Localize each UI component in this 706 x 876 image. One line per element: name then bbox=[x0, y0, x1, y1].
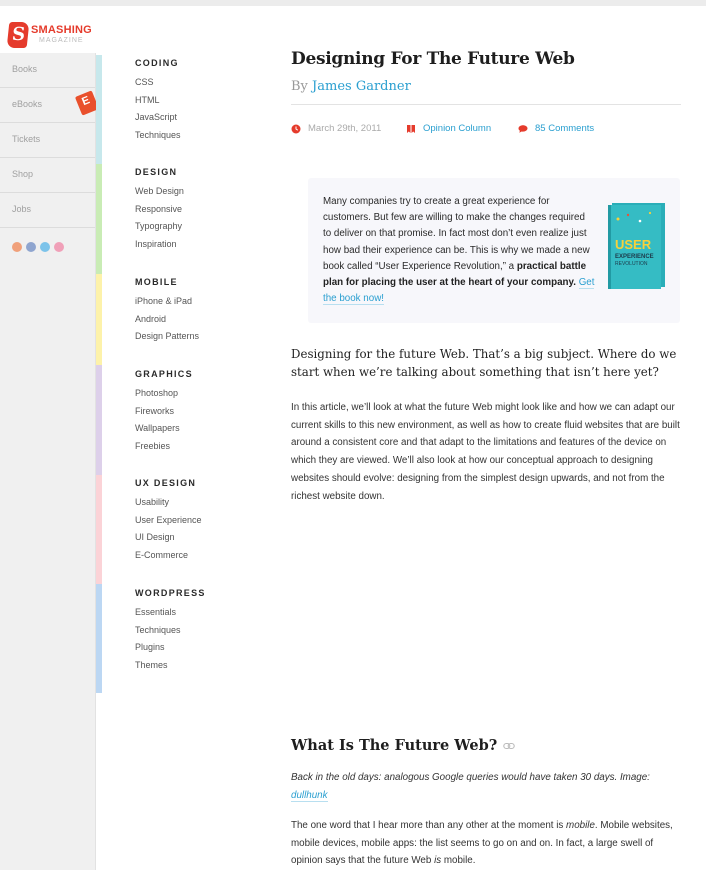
lead-paragraph: Designing for the future Web. That’s a b… bbox=[291, 347, 677, 379]
byline-prefix: By bbox=[291, 79, 308, 94]
meta-date: March 29th, 2011 bbox=[291, 123, 381, 134]
category-link[interactable]: Design Patterns bbox=[135, 328, 265, 346]
body-paragraph-1: In this article, we’ll look at what the … bbox=[291, 402, 680, 502]
category-link[interactable]: Techniques bbox=[135, 127, 265, 145]
category-link[interactable]: Responsive bbox=[135, 201, 265, 219]
category-wordpress: WORDPRESS Essentials Techniques Plugins … bbox=[135, 586, 265, 675]
category-title[interactable]: DESIGN bbox=[135, 165, 265, 179]
category-design: DESIGN Web Design Responsive Typography … bbox=[135, 165, 265, 254]
top-bar bbox=[0, 0, 706, 6]
book-promo: Many companies try to create a great exp… bbox=[308, 178, 680, 323]
category-link[interactable]: JavaScript bbox=[135, 109, 265, 127]
nav-item-tickets[interactable]: Tickets bbox=[0, 123, 95, 158]
promo-text: Many companies try to create a great exp… bbox=[323, 194, 595, 307]
category-ux-design: UX DESIGN Usability User Experience UI D… bbox=[135, 476, 265, 565]
category-title[interactable]: WORDPRESS bbox=[135, 586, 265, 600]
byline: By James Gardner bbox=[291, 79, 411, 94]
nav-label: Tickets bbox=[12, 134, 41, 144]
title-divider bbox=[291, 104, 681, 105]
bookmark-icon bbox=[407, 124, 415, 133]
category-mobile: MOBILE iPhone & iPad Android Design Patt… bbox=[135, 275, 265, 346]
category-link[interactable]: Essentials bbox=[135, 604, 265, 622]
main-nav: Books eBooks Tickets Shop Jobs bbox=[0, 53, 100, 870]
nav-item-books[interactable]: Books bbox=[0, 53, 95, 88]
category-link[interactable]: Themes bbox=[135, 657, 265, 675]
facebook-icon[interactable] bbox=[26, 242, 36, 252]
strip-ux bbox=[96, 475, 102, 584]
comment-icon bbox=[518, 124, 528, 133]
caption-credit-link[interactable]: dullhunk bbox=[291, 789, 328, 802]
publish-date: March 29th, 2011 bbox=[308, 123, 382, 134]
meta-comments: 85 Comments bbox=[518, 123, 594, 134]
category-link[interactable]: Usability bbox=[135, 494, 265, 512]
p2-emphasis-mobile: mobile bbox=[566, 820, 595, 831]
category-link[interactable]: E-Commerce bbox=[135, 547, 265, 565]
category-link[interactable]: User Experience bbox=[135, 512, 265, 530]
author-link[interactable]: James Gardner bbox=[312, 79, 411, 94]
article-meta: March 29th, 2011 Opinion Column 85 Comme… bbox=[291, 123, 681, 137]
nav-label: Jobs bbox=[12, 204, 32, 214]
comments-link[interactable]: 85 Comments bbox=[535, 123, 594, 134]
section-heading: What Is The Future Web? bbox=[291, 737, 516, 754]
category-link[interactable]: Wallpapers bbox=[135, 420, 265, 438]
strip-graphics bbox=[96, 365, 102, 475]
category-title[interactable]: CODING bbox=[135, 56, 265, 70]
social-links bbox=[12, 242, 64, 252]
category-link[interactable]: HTML bbox=[135, 92, 265, 110]
dribbble-icon[interactable] bbox=[54, 242, 64, 252]
category-link[interactable]: Web Design bbox=[135, 183, 265, 201]
strip-design bbox=[96, 164, 102, 274]
category-link[interactable]: Typography bbox=[135, 218, 265, 236]
category-title[interactable]: UX DESIGN bbox=[135, 476, 265, 490]
book-title-line-2: EXPERIENCE bbox=[615, 254, 654, 260]
category-link[interactable]: CSS bbox=[135, 74, 265, 92]
category-coding: CODING CSS HTML JavaScript Techniques bbox=[135, 56, 265, 145]
category-link[interactable]: Freebies bbox=[135, 438, 265, 456]
category-link[interactable]: Plugins bbox=[135, 639, 265, 657]
category-link[interactable]: UI Design bbox=[135, 529, 265, 547]
category-link[interactable]: Android bbox=[135, 311, 265, 329]
meta-column: Opinion Column bbox=[406, 123, 491, 134]
book-title-line-3: REVOLUTION bbox=[615, 261, 648, 267]
logo-wordmark: SMASHING bbox=[31, 24, 92, 36]
twitter-icon[interactable] bbox=[40, 242, 50, 252]
book-cover[interactable]: USER EXPERIENCE REVOLUTION bbox=[606, 201, 667, 289]
site-logo[interactable]: SMASHING MAGAZINE bbox=[6, 20, 94, 50]
anchor-link-icon[interactable] bbox=[503, 742, 516, 750]
article-title: Designing For The Future Web bbox=[291, 49, 575, 69]
category-link[interactable]: Techniques bbox=[135, 622, 265, 640]
image-caption: Back in the old days: analogous Google q… bbox=[291, 769, 681, 804]
logo-mark bbox=[6, 22, 30, 48]
p2-emphasis-is: is bbox=[434, 855, 442, 867]
category-link[interactable]: Inspiration bbox=[135, 236, 265, 254]
p2-part-1: The one word that I hear more than any o… bbox=[291, 820, 564, 831]
book-title-line-1: USER bbox=[615, 237, 652, 252]
category-title[interactable]: GRAPHICS bbox=[135, 367, 265, 381]
nav-label: Books bbox=[12, 64, 38, 74]
clock-icon bbox=[291, 124, 301, 133]
p2-part-3: mobile. bbox=[443, 855, 476, 867]
nav-label: Shop bbox=[12, 169, 34, 179]
column-link[interactable]: Opinion Column bbox=[423, 123, 491, 134]
strip-mobile bbox=[96, 274, 102, 365]
category-title[interactable]: MOBILE bbox=[135, 275, 265, 289]
body-paragraph-2: The one word that I hear more than any o… bbox=[291, 817, 681, 870]
category-link[interactable]: Photoshop bbox=[135, 385, 265, 403]
nav-item-shop[interactable]: Shop bbox=[0, 158, 95, 193]
strip-coding bbox=[96, 55, 102, 164]
nav-label: eBooks bbox=[12, 99, 43, 109]
category-link[interactable]: iPhone & iPad bbox=[135, 293, 265, 311]
category-link[interactable]: Fireworks bbox=[135, 403, 265, 421]
strip-wordpress bbox=[96, 584, 102, 693]
section-heading-text: What Is The Future Web? bbox=[291, 737, 498, 754]
logo-subtitle: MAGAZINE bbox=[39, 37, 84, 44]
rss-icon[interactable] bbox=[12, 242, 22, 252]
category-graphics: GRAPHICS Photoshop Fireworks Wallpapers … bbox=[135, 367, 265, 456]
nav-item-jobs[interactable]: Jobs bbox=[0, 193, 95, 228]
caption-text: Back in the old days: analogous Google q… bbox=[291, 772, 650, 783]
